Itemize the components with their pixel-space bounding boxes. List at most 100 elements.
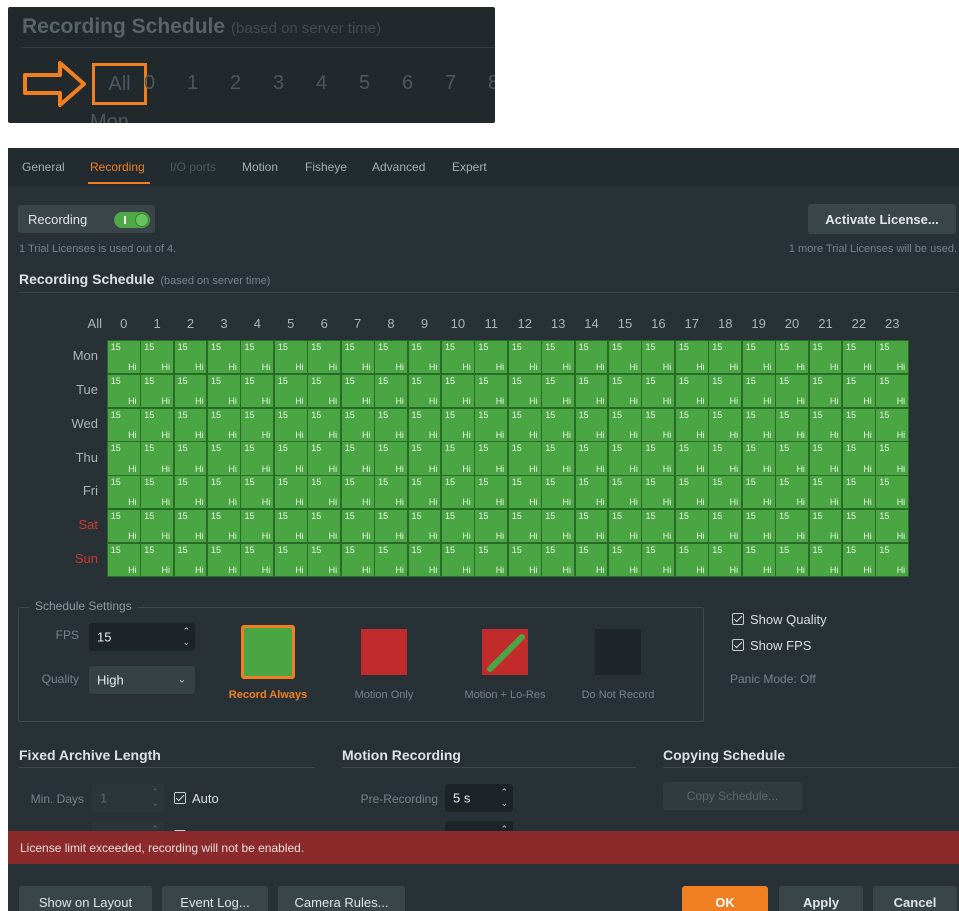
schedule-cell[interactable]: 15 Hi	[241, 543, 274, 577]
schedule-cell[interactable]: 15 Hi	[208, 374, 240, 407]
day-label-wed[interactable]: Wed	[48, 416, 99, 431]
schedule-cell[interactable]: 15 Hi	[441, 340, 474, 374]
schedule-cell[interactable]: 15 Hi	[341, 374, 374, 407]
schedule-cell[interactable]: 15 Hi	[776, 543, 808, 577]
schedule-cell[interactable]: 15 Hi	[208, 408, 240, 441]
schedule-cell[interactable]: 15 Hi	[675, 340, 708, 374]
schedule-cell[interactable]: 15 Hi	[508, 374, 541, 407]
schedule-cell[interactable]: 15 Hi	[876, 543, 909, 577]
hour-label[interactable]: 19	[742, 316, 775, 331]
schedule-cell[interactable]: 15 Hi	[776, 408, 808, 441]
schedule-cell[interactable]: 15 Hi	[107, 340, 140, 374]
mode-motion-lo-res-swatch[interactable]	[482, 629, 528, 675]
schedule-cell[interactable]: 15 Hi	[642, 374, 675, 407]
schedule-cell[interactable]: 15 Hi	[542, 340, 575, 374]
schedule-cell[interactable]: 15 Hi	[341, 340, 374, 374]
schedule-cell[interactable]: 15 Hi	[475, 442, 508, 475]
pre-recording-stepper[interactable]: 5 s ⌃ ⌄	[445, 784, 513, 812]
schedule-cell[interactable]: 15 Hi	[809, 442, 842, 475]
schedule-cell[interactable]: 15 Hi	[508, 543, 541, 577]
schedule-cell[interactable]: 15 Hi	[174, 408, 207, 441]
schedule-cell[interactable]: 15 Hi	[274, 476, 307, 509]
hour-label[interactable]: 2	[174, 316, 207, 331]
schedule-cell[interactable]: 15 Hi	[408, 340, 441, 374]
schedule-cell[interactable]: 15 Hi	[141, 476, 174, 509]
schedule-cell[interactable]: 15 Hi	[141, 374, 174, 407]
schedule-cell[interactable]: 15 Hi	[141, 408, 174, 441]
schedule-cell[interactable]: 15 Hi	[542, 543, 575, 577]
spin-arrows-icon[interactable]: ⌃⌄	[500, 787, 508, 809]
schedule-cell[interactable]: 15 Hi	[208, 510, 240, 543]
schedule-cell[interactable]: 15 Hi	[842, 374, 875, 407]
schedule-cell[interactable]: 15 Hi	[709, 408, 742, 441]
schedule-cell[interactable]: 15 Hi	[308, 476, 341, 509]
cancel-button[interactable]: Cancel	[873, 886, 957, 911]
schedule-cell[interactable]: 15 Hi	[609, 442, 641, 475]
schedule-cell[interactable]: 15 Hi	[642, 510, 675, 543]
schedule-cell[interactable]: 15 Hi	[575, 543, 608, 577]
schedule-cell[interactable]: 15 Hi	[876, 510, 909, 543]
show-quality-checkbox[interactable]: Show Quality	[732, 612, 827, 627]
day-label-tue[interactable]: Tue	[48, 382, 98, 397]
hour-label[interactable]: 17	[675, 316, 708, 331]
day-label-mon[interactable]: Mon	[48, 348, 98, 363]
schedule-cell[interactable]: 15 Hi	[308, 442, 341, 475]
schedule-grid[interactable]: 15 Hi 15 Hi 15 Hi 15 Hi 15 Hi 15 Hi 15 Hi 15 Hi 15 Hi 15 Hi…	[107, 340, 909, 577]
mode-record-always-swatch[interactable]	[241, 625, 295, 679]
schedule-cell[interactable]: 15 Hi	[809, 340, 842, 374]
hour-label[interactable]: 12	[508, 316, 541, 331]
schedule-cell[interactable]: 15 Hi	[876, 408, 909, 441]
ok-button[interactable]: OK	[682, 886, 768, 911]
tab-recording[interactable]: Recording	[90, 160, 145, 174]
event-log-button[interactable]: Event Log...	[162, 886, 268, 911]
hour-label[interactable]: 9	[408, 316, 441, 331]
tab-expert[interactable]: Expert	[452, 160, 487, 174]
hour-label[interactable]: 3	[207, 316, 240, 331]
schedule-cell[interactable]: 15 Hi	[575, 476, 608, 509]
schedule-cell[interactable]: 15 Hi	[675, 476, 708, 509]
schedule-cell[interactable]: 15 Hi	[241, 442, 274, 475]
schedule-cell[interactable]: 15 Hi	[508, 442, 541, 475]
schedule-cell[interactable]: 15 Hi	[408, 408, 441, 441]
schedule-cell[interactable]: 15 Hi	[475, 408, 508, 441]
schedule-cell[interactable]: 15 Hi	[742, 374, 775, 407]
schedule-cell[interactable]: 15 Hi	[609, 510, 641, 543]
schedule-cell[interactable]: 15 Hi	[174, 476, 207, 509]
schedule-cell[interactable]: 15 Hi	[809, 408, 842, 441]
schedule-cell[interactable]: 15 Hi	[609, 543, 641, 577]
show-fps-checkbox[interactable]: Show FPS	[732, 638, 811, 653]
mode-do-not-record-swatch[interactable]	[595, 629, 641, 675]
schedule-cell[interactable]: 15 Hi	[575, 374, 608, 407]
schedule-cell[interactable]: 15 Hi	[609, 476, 641, 509]
schedule-cell[interactable]: 15 Hi	[375, 510, 407, 543]
schedule-cell[interactable]: 15 Hi	[408, 543, 441, 577]
toggle-switch[interactable]	[114, 212, 150, 228]
day-label-thu[interactable]: Thu	[48, 450, 98, 465]
schedule-cell[interactable]: 15 Hi	[575, 408, 608, 441]
schedule-cell[interactable]: 15 Hi	[475, 476, 508, 509]
schedule-cell[interactable]: 15 Hi	[742, 543, 775, 577]
schedule-cell[interactable]: 15 Hi	[842, 408, 875, 441]
mode-motion-only-swatch[interactable]	[361, 629, 407, 675]
hour-label[interactable]: 14	[575, 316, 608, 331]
schedule-cell[interactable]: 15 Hi	[274, 442, 307, 475]
schedule-cell[interactable]: 15 Hi	[742, 476, 775, 509]
schedule-cell[interactable]: 15 Hi	[742, 340, 775, 374]
schedule-cell[interactable]: 15 Hi	[241, 374, 274, 407]
schedule-cell[interactable]: 15 Hi	[341, 543, 374, 577]
schedule-cell[interactable]: 15 Hi	[709, 374, 742, 407]
hour-label[interactable]: 6	[308, 316, 341, 331]
schedule-cell[interactable]: 15 Hi	[274, 408, 307, 441]
schedule-cell[interactable]: 15 Hi	[274, 510, 307, 543]
schedule-cell[interactable]: 15 Hi	[876, 442, 909, 475]
schedule-cell[interactable]: 15 Hi	[709, 442, 742, 475]
schedule-cell[interactable]: 15 Hi	[842, 543, 875, 577]
schedule-cell[interactable]: 15 Hi	[742, 442, 775, 475]
schedule-cell[interactable]: 15 Hi	[675, 510, 708, 543]
schedule-cell[interactable]: 15 Hi	[742, 510, 775, 543]
schedule-cell[interactable]: 15 Hi	[208, 340, 240, 374]
schedule-cell[interactable]: 15 Hi	[642, 476, 675, 509]
schedule-cell[interactable]: 15 Hi	[274, 543, 307, 577]
hour-label[interactable]: 4	[241, 316, 274, 331]
tab-advanced[interactable]: Advanced	[372, 160, 425, 174]
